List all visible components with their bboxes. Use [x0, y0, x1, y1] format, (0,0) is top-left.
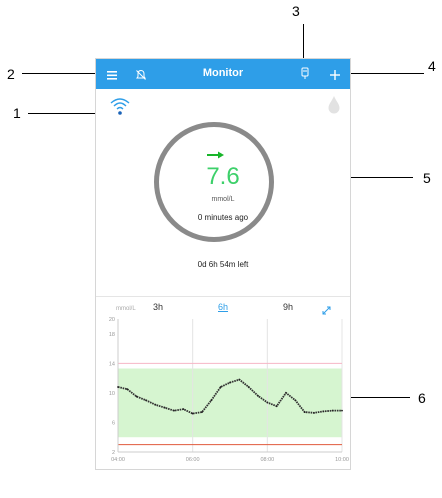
trend-arrow-icon — [206, 147, 226, 159]
glucose-data-point — [219, 386, 222, 388]
glucose-data-point — [163, 406, 166, 409]
phone-screen: Monitor 7.6 mmol/L 0 minutes ago 0d 6h 5… — [95, 58, 351, 470]
x-tick-label: 10:00 — [335, 457, 349, 463]
glucose-data-point — [126, 388, 129, 391]
add-icon[interactable] — [329, 68, 341, 80]
glucose-data-point — [322, 410, 325, 413]
glucose-chart-card: mmol/L 3h 6h 9h 20 18 14 10 6 2 04:00 06:00 08:0… — [96, 296, 350, 469]
x-tick-label: 08:00 — [260, 457, 274, 463]
x-tick-label: 04:00 — [111, 457, 125, 463]
glucose-data-point — [201, 411, 203, 413]
callout-line-1 — [28, 113, 104, 114]
reading-time: 0 minutes ago — [197, 213, 249, 222]
x-tick-label: 06:00 — [186, 457, 200, 463]
glucose-data-point — [313, 411, 315, 414]
glucose-data-point — [135, 395, 138, 398]
glucose-unit: mmol/L — [211, 196, 235, 203]
glucose-data-point — [182, 408, 185, 411]
sensor-time-left: 0d 6h 54m left — [197, 260, 249, 269]
glucose-data-point — [266, 401, 269, 404]
target-range-band — [118, 368, 342, 438]
glucose-data-point — [173, 409, 175, 412]
blood-drop-icon — [327, 95, 341, 115]
glucose-data-point — [238, 378, 241, 381]
glucose-data-point — [285, 391, 287, 394]
y-tick-label: 20 — [109, 317, 115, 323]
glucose-data-point — [275, 405, 278, 408]
callout-2: 2 — [7, 66, 15, 82]
glucose-data-point — [117, 386, 119, 388]
sensor-icon[interactable] — [299, 67, 311, 81]
callout-5: 5 — [423, 170, 431, 186]
glucose-data-point — [154, 403, 157, 406]
top-bar: Monitor — [96, 59, 350, 89]
glucose-line-chart: 20 18 14 10 6 204:00 06:00 08:00 10:00 — [109, 317, 349, 463]
y-tick-label: 10 — [109, 391, 115, 397]
glucose-data-point — [341, 409, 343, 412]
wifi-signal-icon — [109, 95, 131, 117]
glucose-data-point — [229, 381, 231, 384]
glucose-data-point — [145, 399, 147, 402]
glucose-value: 7.6 — [206, 163, 240, 190]
callout-3: 3 — [292, 3, 300, 19]
callout-4: 4 — [428, 58, 436, 74]
callout-6: 6 — [418, 390, 426, 406]
y-tick-label: 6 — [112, 420, 115, 426]
y-tick-label: 14 — [109, 361, 115, 367]
glucose-data-point — [303, 411, 306, 413]
glucose-data-point — [247, 386, 250, 388]
page-title: Monitor — [202, 67, 244, 79]
glucose-data-point — [257, 394, 259, 397]
callout-1: 1 — [13, 105, 21, 121]
y-tick-label: 18 — [109, 332, 115, 338]
glucose-data-point — [191, 412, 194, 415]
y-tick-label: 2 — [112, 450, 115, 456]
glucose-data-point — [331, 409, 334, 412]
glucose-data-point — [210, 399, 213, 402]
glucose-data-point — [294, 399, 297, 402]
